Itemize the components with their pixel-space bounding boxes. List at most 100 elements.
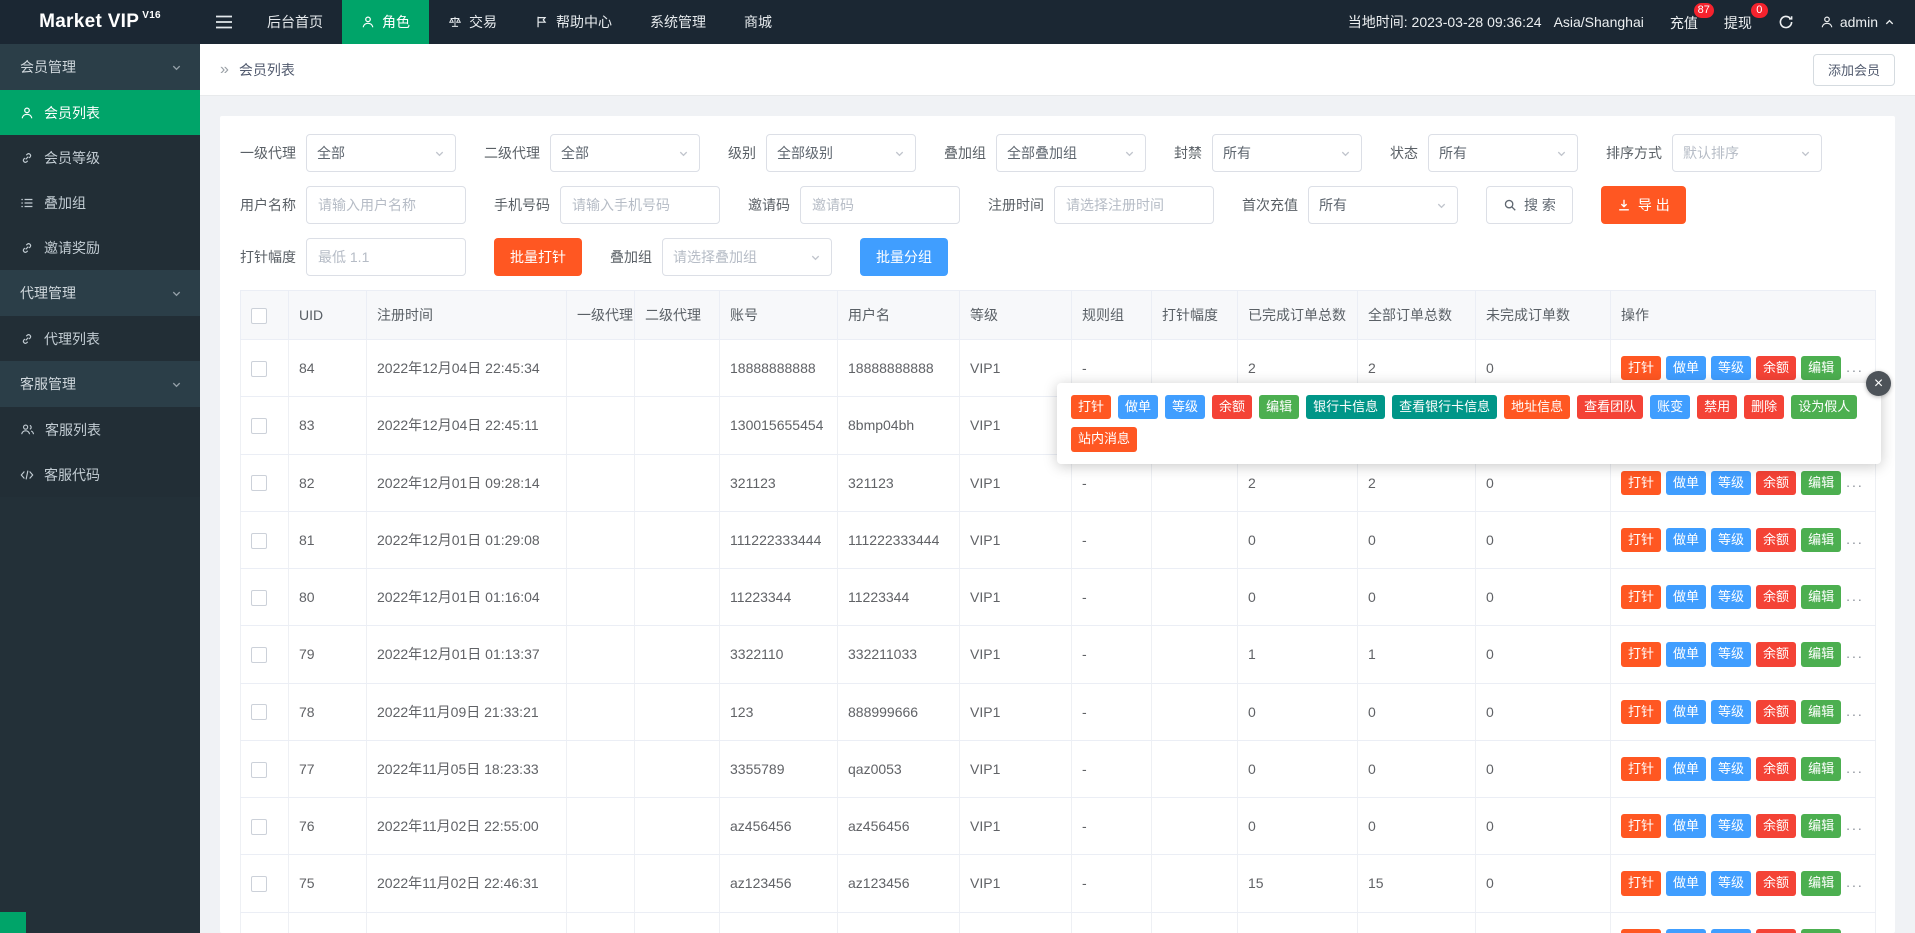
row-checkbox[interactable] <box>251 361 267 377</box>
row-checkbox[interactable] <box>251 876 267 892</box>
edit-button[interactable]: 编辑 <box>1801 585 1841 609</box>
row-checkbox[interactable] <box>251 590 267 606</box>
balance-log-button[interactable]: 账变 <box>1650 395 1690 419</box>
more-actions-button[interactable]: ... <box>1846 359 1864 375</box>
make-order-button[interactable]: 做单 <box>1666 471 1706 495</box>
balance-button[interactable]: 余额 <box>1756 642 1796 666</box>
delete-button[interactable]: 删除 <box>1744 395 1784 419</box>
balance-button[interactable]: 余额 <box>1756 471 1796 495</box>
filter-input-0[interactable] <box>306 186 466 224</box>
edit-button[interactable]: 编辑 <box>1801 929 1841 933</box>
row-checkbox[interactable] <box>251 418 267 434</box>
inject-button[interactable]: 打针 <box>1621 757 1661 781</box>
hamburger-menu-icon[interactable] <box>200 0 248 44</box>
make-order-button[interactable]: 做单 <box>1666 585 1706 609</box>
view-bank-card-info-button[interactable]: 查看银行卡信息 <box>1392 395 1497 419</box>
batch-group-button[interactable]: 批量分组 <box>860 238 948 276</box>
make-order-button[interactable]: 做单 <box>1666 356 1706 380</box>
inject-range-input[interactable] <box>306 238 466 276</box>
inject-button[interactable]: 打针 <box>1621 929 1661 933</box>
edit-button[interactable]: 编辑 <box>1801 757 1841 781</box>
inject-button[interactable]: 打针 <box>1621 700 1661 724</box>
topnav-item-system[interactable]: 系统管理 <box>631 0 725 44</box>
make-order-button[interactable]: 做单 <box>1666 757 1706 781</box>
filter-input-1[interactable] <box>560 186 720 224</box>
filter-input-2[interactable] <box>800 186 960 224</box>
inject-button[interactable]: 打针 <box>1621 642 1661 666</box>
site-message-button[interactable]: 站内消息 <box>1071 427 1137 451</box>
more-actions-button[interactable]: ... <box>1846 474 1864 490</box>
topnav-item-home[interactable]: 后台首页 <box>248 0 342 44</box>
balance-button[interactable]: 余额 <box>1756 700 1796 724</box>
more-actions-button[interactable]: ... <box>1846 817 1864 833</box>
inject-button[interactable]: 打针 <box>1621 871 1661 895</box>
filter-select-2[interactable]: 全部级别 <box>766 134 916 172</box>
balance-button[interactable]: 余额 <box>1756 585 1796 609</box>
level-button[interactable]: 等级 <box>1711 585 1751 609</box>
balance-button[interactable]: 余额 <box>1756 814 1796 838</box>
batch-inject-button[interactable]: 批量打针 <box>494 238 582 276</box>
filter-select-6[interactable]: 默认排序 <box>1672 134 1822 172</box>
inject-button[interactable]: 打针 <box>1071 395 1111 419</box>
sidebar-item-support-list[interactable]: 客服列表 <box>0 407 200 452</box>
row-checkbox[interactable] <box>251 475 267 491</box>
make-order-button[interactable]: 做单 <box>1666 700 1706 724</box>
row-checkbox[interactable] <box>251 533 267 549</box>
make-order-button[interactable]: 做单 <box>1666 871 1706 895</box>
level-button[interactable]: 等级 <box>1711 929 1751 933</box>
withdraw-link[interactable]: 提现0 <box>1724 13 1752 33</box>
edit-button[interactable]: 编辑 <box>1259 395 1299 419</box>
balance-button[interactable]: 余额 <box>1756 871 1796 895</box>
level-button[interactable]: 等级 <box>1711 528 1751 552</box>
make-order-button[interactable]: 做单 <box>1666 929 1706 933</box>
make-order-button[interactable]: 做单 <box>1666 528 1706 552</box>
admin-menu[interactable]: admin <box>1820 14 1895 30</box>
sidebar-group-support-management[interactable]: 客服管理 <box>0 361 200 407</box>
row-checkbox[interactable] <box>251 762 267 778</box>
filter-select-0[interactable]: 全部 <box>306 134 456 172</box>
balance-button[interactable]: 余额 <box>1212 395 1252 419</box>
edit-button[interactable]: 编辑 <box>1801 356 1841 380</box>
inject-button[interactable]: 打针 <box>1621 471 1661 495</box>
row-checkbox[interactable] <box>251 819 267 835</box>
edit-button[interactable]: 编辑 <box>1801 700 1841 724</box>
edit-button[interactable]: 编辑 <box>1801 528 1841 552</box>
sidebar-item-member-list[interactable]: 会员列表 <box>0 90 200 135</box>
sidebar-item-invite-reward[interactable]: 邀请奖励 <box>0 225 200 270</box>
level-button[interactable]: 等级 <box>1165 395 1205 419</box>
inject-button[interactable]: 打针 <box>1621 356 1661 380</box>
edit-button[interactable]: 编辑 <box>1801 814 1841 838</box>
balance-button[interactable]: 余额 <box>1756 757 1796 781</box>
view-team-button[interactable]: 查看团队 <box>1577 395 1643 419</box>
sidebar-item-member-level[interactable]: 会员等级 <box>0 135 200 180</box>
inject-button[interactable]: 打针 <box>1621 528 1661 552</box>
level-button[interactable]: 等级 <box>1711 642 1751 666</box>
sidebar-item-agent-list[interactable]: 代理列表 <box>0 316 200 361</box>
topnav-item-trade[interactable]: 交易 <box>429 0 516 44</box>
edit-button[interactable]: 编辑 <box>1801 471 1841 495</box>
batch-group-select[interactable]: 请选择叠加组 <box>662 238 832 276</box>
make-order-button[interactable]: 做单 <box>1666 814 1706 838</box>
more-actions-button[interactable]: ... <box>1846 703 1864 719</box>
sidebar-collapse-indicator[interactable] <box>0 912 26 933</box>
search-button[interactable]: 搜 索 <box>1486 186 1573 224</box>
topnav-item-roles[interactable]: 角色 <box>342 0 429 44</box>
balance-button[interactable]: 余额 <box>1756 528 1796 552</box>
refresh-icon[interactable] <box>1778 14 1794 30</box>
inject-button[interactable]: 打针 <box>1621 585 1661 609</box>
sidebar-item-support-code[interactable]: 客服代码 <box>0 452 200 497</box>
level-button[interactable]: 等级 <box>1711 700 1751 724</box>
level-button[interactable]: 等级 <box>1711 814 1751 838</box>
close-icon[interactable]: × <box>1866 371 1891 396</box>
topnav-item-mall[interactable]: 商城 <box>725 0 791 44</box>
inject-button[interactable]: 打针 <box>1621 814 1661 838</box>
make-order-button[interactable]: 做单 <box>1118 395 1158 419</box>
more-actions-button[interactable]: ... <box>1846 645 1864 661</box>
sidebar-group-member-management[interactable]: 会员管理 <box>0 44 200 90</box>
export-button[interactable]: 导 出 <box>1601 186 1686 224</box>
address-info-button[interactable]: 地址信息 <box>1504 395 1570 419</box>
filter-select-5[interactable]: 所有 <box>1428 134 1578 172</box>
level-button[interactable]: 等级 <box>1711 471 1751 495</box>
level-button[interactable]: 等级 <box>1711 757 1751 781</box>
filter-select-1[interactable]: 全部 <box>550 134 700 172</box>
